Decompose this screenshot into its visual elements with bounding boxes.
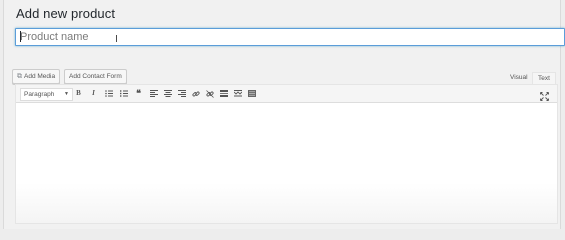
fullscreen-icon[interactable] [540,88,551,101]
unlink-icon[interactable] [204,88,215,99]
add-contact-form-button[interactable]: Add Contact Form [64,69,127,84]
italic-icon[interactable]: I [88,88,99,99]
editor-toolbar: Paragraph ▼ B I ❝ [16,85,557,103]
align-left-icon[interactable] [148,88,159,99]
kitchen-sink-icon[interactable] [246,88,257,99]
blockquote-icon[interactable]: ❝ [133,88,144,99]
tab-visual[interactable]: Visual [505,72,533,84]
media-icon: ⧉ [17,73,22,80]
tab-text-label: Text [538,75,550,82]
add-media-label: Add Media [24,73,56,80]
product-editor-panel: Add new product I ⧉Add Media Add Contact… [3,0,565,229]
align-right-icon[interactable] [176,88,187,99]
add-media-button[interactable]: ⧉ Add Media [12,69,61,84]
product-name-input[interactable] [15,28,565,46]
bullet-list-icon[interactable] [103,88,114,99]
content-fade [16,183,557,223]
bold-icon[interactable]: B [73,88,84,99]
tab-visual-label: Visual [510,74,528,81]
numbered-list-icon[interactable] [118,88,129,99]
add-contact-form-label: Add Contact Form [69,73,122,80]
toolbar-toggle-icon[interactable] [232,88,243,99]
page-title: Add new product [16,6,116,21]
caret-down-icon: ▼ [64,91,69,97]
content-editor: Paragraph ▼ B I ❝ [15,84,558,224]
read-more-icon[interactable] [218,88,229,99]
format-select-value: Paragraph [24,91,55,98]
format-select[interactable]: Paragraph ▼ [20,88,73,101]
editor-content-area[interactable] [16,103,557,223]
text-caret [20,31,21,42]
link-icon[interactable] [190,88,201,99]
text-cursor-icon: I [115,34,118,45]
align-center-icon[interactable] [162,88,173,99]
